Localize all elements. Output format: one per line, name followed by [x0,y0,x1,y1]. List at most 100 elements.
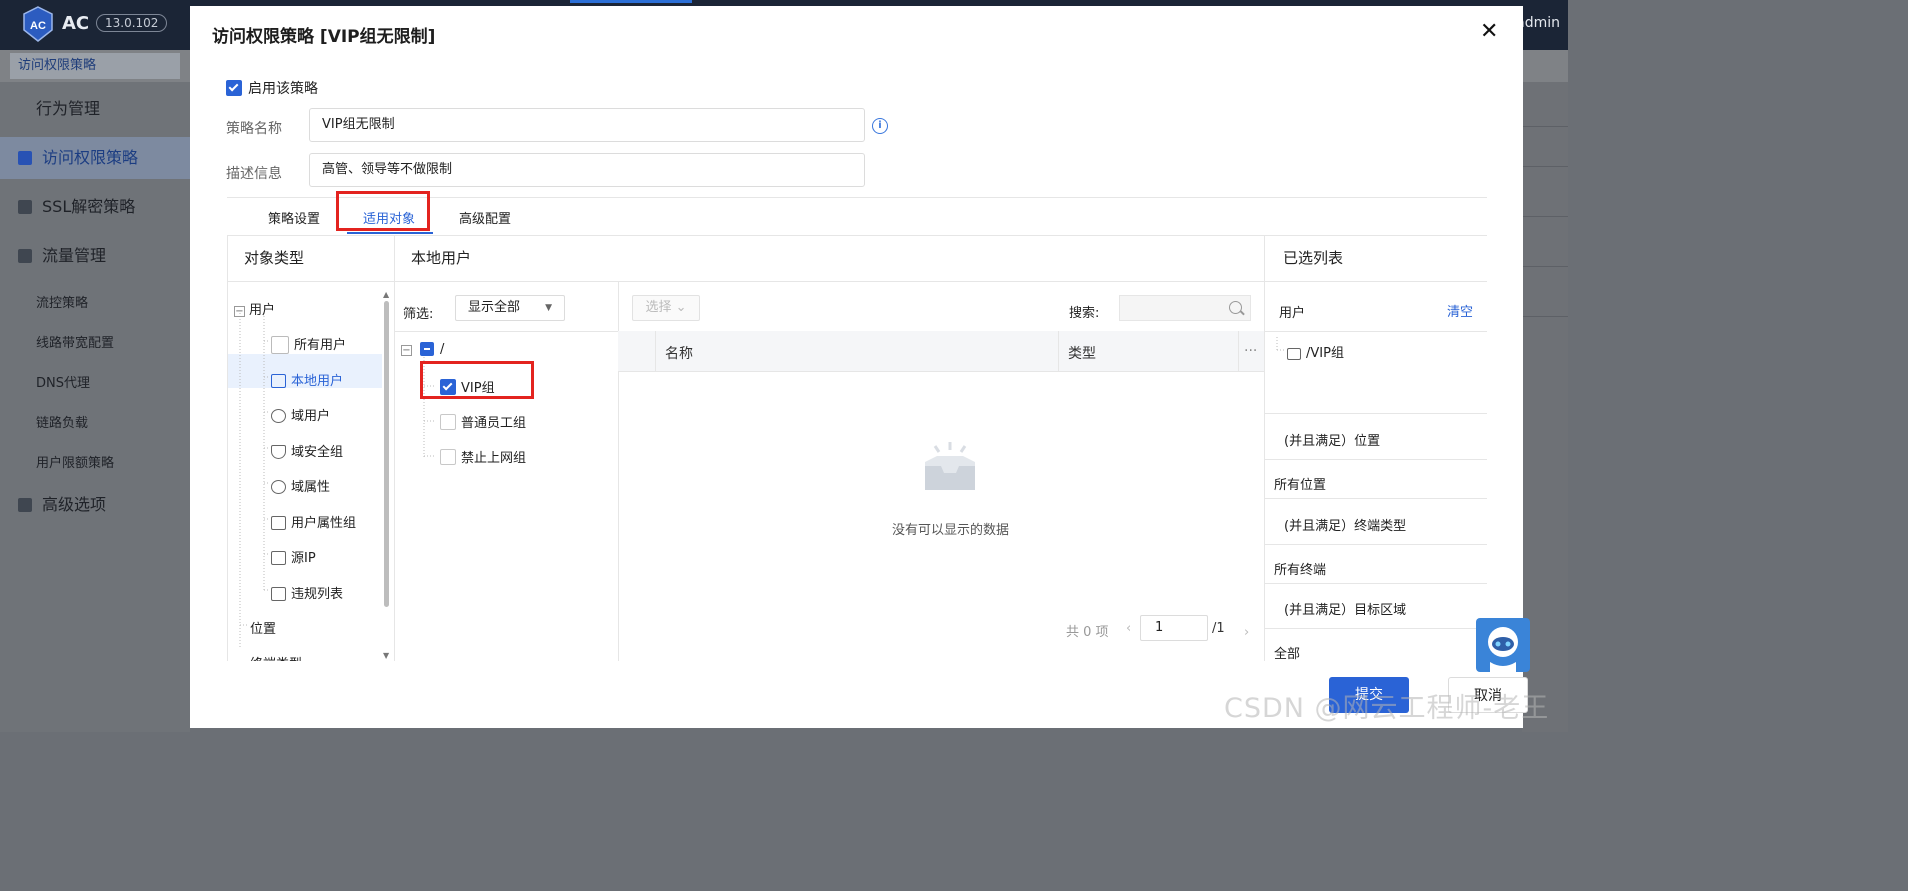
page-count: /1 [1212,621,1225,636]
active-nav-indicator [570,0,692,3]
condition-location-label: (并且满足）位置 [1284,434,1381,449]
group-tree-root[interactable]: − / [401,342,444,357]
checkbox-checked-icon[interactable] [226,80,242,96]
sidebar: 行为管理 访问权限策略 SSL解密策略 流量管理 流控策略 线路带宽配置 DNS… [0,82,190,732]
local-users-header: 本地用户 [411,249,472,267]
object-selector: 对象类型 本地用户 已选列表 − 用户 所有用户 本地用户 域用户 域安全组 域… [227,235,1487,662]
tree-node-all-users[interactable]: 所有用户 [271,334,346,354]
description-label: 描述信息 [226,166,282,182]
dialog-title: 访问权限策略 [VIP组无限制] [212,27,436,47]
divider [1264,498,1487,499]
condition-zone-label: (并且满足）目标区域 [1284,603,1407,618]
choose-button[interactable]: 选择 ⌄ [632,295,700,321]
divider [1522,126,1568,127]
clear-button[interactable]: 清空 [1447,301,1473,320]
checkbox-partial-icon[interactable] [420,342,434,356]
tree-node-location[interactable]: 位置 [250,618,276,637]
sidebar-item-ssl[interactable]: SSL解密策略 [0,186,190,228]
tree-node-domain-users[interactable]: 域用户 [271,405,330,424]
grid-header: 名称 类型 ··· [618,331,1264,372]
condition-zone-value[interactable]: 全部 [1274,643,1300,662]
sidebar-sub-link-balance[interactable]: 链路负载 [36,412,88,431]
attribute-list-icon [271,516,286,530]
group-node-blocked[interactable]: 禁止上网组 [440,447,526,466]
grid-header-type[interactable]: 类型 [1068,343,1096,363]
page-number-input[interactable]: 1 [1140,615,1208,641]
highlight-box-tab [336,191,430,231]
divider [1264,331,1487,332]
divider [655,331,656,371]
assistant-robot-icon[interactable] [1476,618,1530,672]
sidebar-item-advanced[interactable]: 高级选项 [0,484,190,526]
divider [1264,544,1487,545]
condition-terminal-value[interactable]: 所有终端 [1274,559,1326,578]
filter-select[interactable]: 显示全部 ▼ [455,295,565,321]
sidebar-sub-flow-control[interactable]: 流控策略 [36,292,88,311]
divider [1522,166,1568,167]
divider [1058,331,1059,371]
highlight-box-vip [420,361,534,399]
search-label: 搜索: [1069,306,1100,321]
condition-terminal-label: (并且满足）终端类型 [1284,519,1407,534]
selected-list-header: 已选列表 [1283,249,1344,267]
tree-node-source-ip[interactable]: 源IP [271,547,316,566]
empty-inbox-icon [925,442,975,490]
checkbox-empty-icon[interactable] [440,414,456,430]
domain-user-icon [271,409,286,423]
checkbox-empty-icon[interactable] [440,449,456,465]
info-icon[interactable]: i [872,118,888,134]
pager-total: 共 0 项 [1066,625,1109,640]
sidebar-item-access-policy[interactable]: 访问权限策略 [0,137,190,179]
tree-node-users[interactable]: − 用户 [234,299,275,318]
divider [1264,413,1487,414]
folder-user-icon [271,374,286,388]
divider [1264,459,1487,460]
scroll-down-icon[interactable]: ▼ [383,651,389,660]
grid-icon [18,498,32,512]
chevron-right-icon[interactable]: › [1244,625,1249,640]
terminal-icon [271,551,286,565]
group-node-staff[interactable]: 普通员工组 [440,412,526,431]
open-tab-access-policy[interactable]: 访问权限策略 [10,53,180,79]
tree-node-user-attribute-group[interactable]: 用户属性组 [271,512,356,531]
description-input[interactable]: 高管、领导等不做限制 [309,153,865,187]
traffic-icon [18,249,32,263]
tree-node-domain-attribute[interactable]: 域属性 [271,476,330,495]
tab-advanced-config[interactable]: 高级配置 [459,208,511,227]
sidebar-item-traffic[interactable]: 流量管理 [0,235,190,277]
close-icon[interactable]: ✕ [1480,19,1498,44]
sidebar-item-behavior[interactable]: 行为管理 [0,88,190,130]
divider [1522,316,1568,317]
chevron-down-icon: ▼ [545,303,552,313]
tree-node-violation-list[interactable]: 违规列表 [271,583,343,602]
enable-policy-checkbox[interactable]: 启用该策略 [226,78,318,98]
search-input[interactable] [1119,295,1251,321]
selected-item-vip[interactable]: /VIP组 [1287,342,1344,361]
sidebar-sub-quota[interactable]: 用户限额策略 [36,452,114,471]
collapse-icon[interactable]: − [401,345,412,356]
scroll-up-icon[interactable]: ▲ [383,290,389,299]
watermark: CSDN @网云工程师-老王 [1224,693,1550,724]
policy-name-input[interactable]: VIP组无限制 [309,108,865,142]
chevron-left-icon[interactable]: ‹ [1126,621,1131,636]
sidebar-sub-bandwidth[interactable]: 线路带宽配置 [36,332,114,351]
policy-name-label: 策略名称 [226,121,282,137]
tab-policy-settings[interactable]: 策略设置 [268,208,320,227]
empty-message: 没有可以显示的数据 [892,523,1010,538]
search-icon [1229,301,1242,314]
more-columns-icon[interactable]: ··· [1244,343,1257,359]
tree-node-local-users[interactable]: 本地用户 [271,370,343,389]
grid-header-name[interactable]: 名称 [665,343,693,363]
condition-location-value[interactable]: 所有位置 [1274,474,1326,493]
svg-text:AC: AC [30,20,46,32]
divider [1264,628,1487,629]
tree-node-terminal-type[interactable]: 终端类型 [250,653,302,661]
folder-user-icon [1287,348,1301,360]
divider [1522,266,1568,267]
tree-scrollbar[interactable] [384,301,389,607]
all-users-icon [271,336,289,354]
shield-icon [271,445,286,459]
tree-node-domain-security-group[interactable]: 域安全组 [271,441,343,460]
collapse-icon[interactable]: − [234,306,245,317]
sidebar-sub-dns[interactable]: DNS代理 [36,372,90,391]
